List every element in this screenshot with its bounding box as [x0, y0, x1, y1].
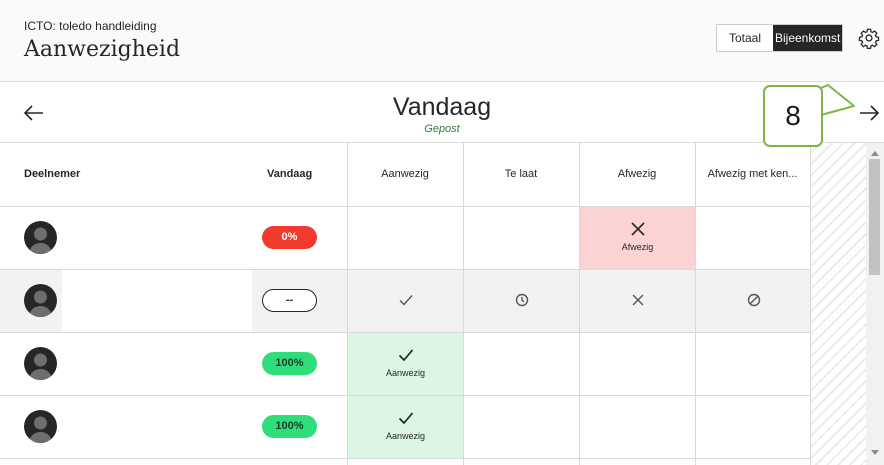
- view-toggle: Totaal Bijeenkomst: [716, 24, 844, 52]
- header-participant: Deelnemer: [24, 168, 81, 180]
- clock-icon: [515, 293, 528, 307]
- late-cell[interactable]: [464, 395, 579, 458]
- page-header: ICTO: toledo handleiding Aanwezigheid To…: [0, 0, 884, 82]
- present-cell[interactable]: Aanwezig: [348, 395, 463, 458]
- present-cell[interactable]: Aanwezig: [348, 332, 463, 395]
- gear-icon[interactable]: [858, 27, 880, 49]
- attendance-score-badge: 100%: [262, 352, 317, 375]
- selected-status-label: Aanwezig: [385, 368, 426, 378]
- avatar-icon: [24, 221, 57, 254]
- circle-slash-icon: [747, 293, 760, 307]
- arrow-right-icon[interactable]: [857, 101, 881, 125]
- avatar-icon: [24, 284, 57, 317]
- attendance-score-badge: 0%: [262, 226, 317, 249]
- table-row: 100% Aanwezig: [0, 395, 810, 458]
- scroll-thumb[interactable]: [869, 159, 880, 275]
- table-row: --: [0, 269, 810, 332]
- header-late[interactable]: Te laat: [463, 143, 579, 206]
- absent-cell[interactable]: [580, 332, 695, 395]
- grid-gutter: [810, 143, 866, 465]
- selected-status-label: Aanwezig: [385, 431, 426, 441]
- excused-cell[interactable]: [696, 206, 811, 269]
- course-name: ICTO: toledo handleiding: [24, 19, 157, 33]
- session-day: Vandaag: [392, 93, 492, 121]
- late-cell[interactable]: [464, 206, 579, 269]
- present-cell[interactable]: [348, 269, 463, 332]
- present-cell[interactable]: [348, 206, 463, 269]
- absent-cell[interactable]: [580, 395, 695, 458]
- avatar-icon: [24, 410, 57, 443]
- scroll-down-arrow-icon[interactable]: [871, 450, 879, 455]
- absent-cell[interactable]: [580, 269, 695, 332]
- toggle-totaal-button[interactable]: Totaal: [717, 25, 773, 51]
- selected-status-label: Afwezig: [621, 242, 654, 252]
- attendance-grid: Deelnemer Vandaag Aanwezig Te laat Afwez…: [0, 143, 810, 465]
- toggle-bijeenkomst-button[interactable]: Bijeenkomst: [773, 25, 843, 51]
- check-icon: [398, 349, 413, 362]
- attendance-score-badge: --: [262, 289, 317, 312]
- header-absent[interactable]: Afwezig: [579, 143, 695, 206]
- session-status: Gepost: [424, 123, 460, 135]
- date-navigation: Vandaag Gepost: [0, 86, 884, 143]
- attendance-score-badge: 100%: [262, 415, 317, 438]
- vertical-scrollbar[interactable]: [866, 143, 884, 465]
- table-row: 100% Aanwezig: [0, 332, 810, 395]
- x-icon: [632, 294, 643, 306]
- header-excused[interactable]: Afwezig met ken...: [695, 143, 810, 206]
- callout-pointer: [820, 84, 855, 116]
- excused-cell[interactable]: [696, 395, 811, 458]
- callout-number: 8: [785, 100, 801, 131]
- check-icon: [399, 295, 413, 306]
- header-today[interactable]: Vandaag: [267, 143, 312, 206]
- page-title: Aanwezigheid: [24, 37, 181, 62]
- late-cell[interactable]: [464, 332, 579, 395]
- absent-cell[interactable]: Afwezig: [580, 206, 695, 269]
- excused-cell[interactable]: [696, 269, 811, 332]
- scroll-up-arrow-icon[interactable]: [871, 151, 879, 156]
- check-icon: [398, 412, 413, 425]
- x-icon: [630, 222, 645, 236]
- excused-cell[interactable]: [696, 332, 811, 395]
- header-present[interactable]: Aanwezig: [347, 143, 463, 206]
- avatar-icon: [24, 347, 57, 380]
- late-cell[interactable]: [464, 269, 579, 332]
- table-row: 0% Afwezig: [0, 206, 810, 269]
